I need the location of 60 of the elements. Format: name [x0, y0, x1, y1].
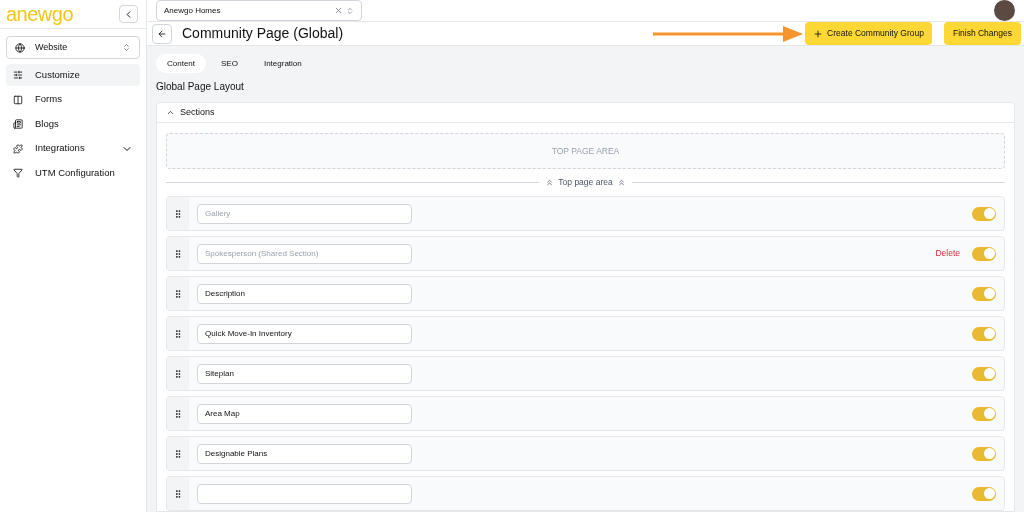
section-name-field[interactable]: Quick Move-In Inventory [197, 323, 412, 344]
toggle-switch[interactable] [972, 366, 996, 381]
collapse-button[interactable] [119, 5, 138, 23]
avatar[interactable] [994, 0, 1015, 21]
section-name-field[interactable]: Siteplan [197, 363, 412, 384]
drag-handle-icon[interactable] [173, 208, 183, 219]
delete-link[interactable]: Delete [935, 247, 960, 260]
toggle-switch[interactable] [972, 446, 996, 461]
section-name-field[interactable]: Gallery [197, 203, 412, 224]
sidebar-item[interactable]: UTM Configuration [6, 162, 140, 184]
newspaper-icon [13, 119, 23, 129]
sidebar-item[interactable]: Blogs [6, 113, 140, 135]
drag-handle-icon[interactable] [173, 488, 183, 499]
section-name-field[interactable]: Spokesperson (Shared Section) [197, 243, 412, 264]
logo: anewgo [6, 4, 74, 24]
back-arrow-icon [157, 28, 167, 39]
drag-handle-icon[interactable] [173, 448, 183, 459]
form-field-icon [13, 94, 23, 105]
section-name-field[interactable]: Area Map [197, 403, 412, 424]
tab[interactable]: Integration [252, 54, 313, 74]
chevrons-icon [346, 6, 354, 15]
product-select[interactable]: Website [6, 36, 140, 59]
chevrons-up-icon [545, 178, 555, 188]
section-name-field[interactable]: Description [197, 283, 412, 304]
back-button[interactable] [152, 23, 172, 44]
section-name-field[interactable] [197, 483, 412, 504]
drag-handle-icon[interactable] [173, 248, 183, 259]
sections-header[interactable]: Sections [157, 103, 1014, 124]
sidebar-item[interactable]: Customize [6, 64, 140, 86]
chevrons-up-icon [616, 178, 626, 188]
finish-changes-button[interactable]: Finish Changes [943, 22, 1021, 46]
tab[interactable]: SEO [210, 54, 249, 74]
toggle-switch[interactable] [972, 326, 996, 341]
plus-icon [813, 28, 824, 39]
toggle-switch[interactable] [972, 286, 996, 301]
arrow-icon [653, 24, 804, 43]
section-name-field[interactable]: Designable Plans [197, 443, 412, 464]
divider-label: Top page area [545, 176, 626, 189]
organization-select[interactable]: Anewgo Homes [156, 0, 362, 21]
create-community-group-button[interactable]: Create Community Group [805, 22, 932, 46]
drag-handle-icon[interactable] [173, 368, 183, 379]
tab[interactable]: Content [156, 54, 207, 74]
toggle-switch[interactable] [972, 486, 996, 501]
page-title: Community Page (Global) [182, 24, 345, 44]
drag-handle-icon[interactable] [173, 288, 183, 299]
clear-icon [334, 6, 343, 15]
sidebar-item[interactable]: Forms [6, 88, 140, 111]
chevrons-icon [122, 43, 131, 52]
drag-handle-icon[interactable] [173, 408, 183, 419]
sliders-icon [13, 70, 23, 80]
globe-icon [15, 42, 25, 53]
toggle-switch[interactable] [972, 406, 996, 421]
puzzle-icon [13, 143, 23, 154]
toggle-switch[interactable] [972, 246, 996, 261]
drag-handle-icon[interactable] [173, 328, 183, 339]
top-page-area: TOP PAGE AREA [166, 133, 1005, 170]
section-heading: Global Page Layout [156, 80, 245, 95]
toggle-switch[interactable] [972, 206, 996, 221]
filter-icon [13, 168, 23, 178]
sidebar-item[interactable]: Integrations [6, 137, 140, 160]
